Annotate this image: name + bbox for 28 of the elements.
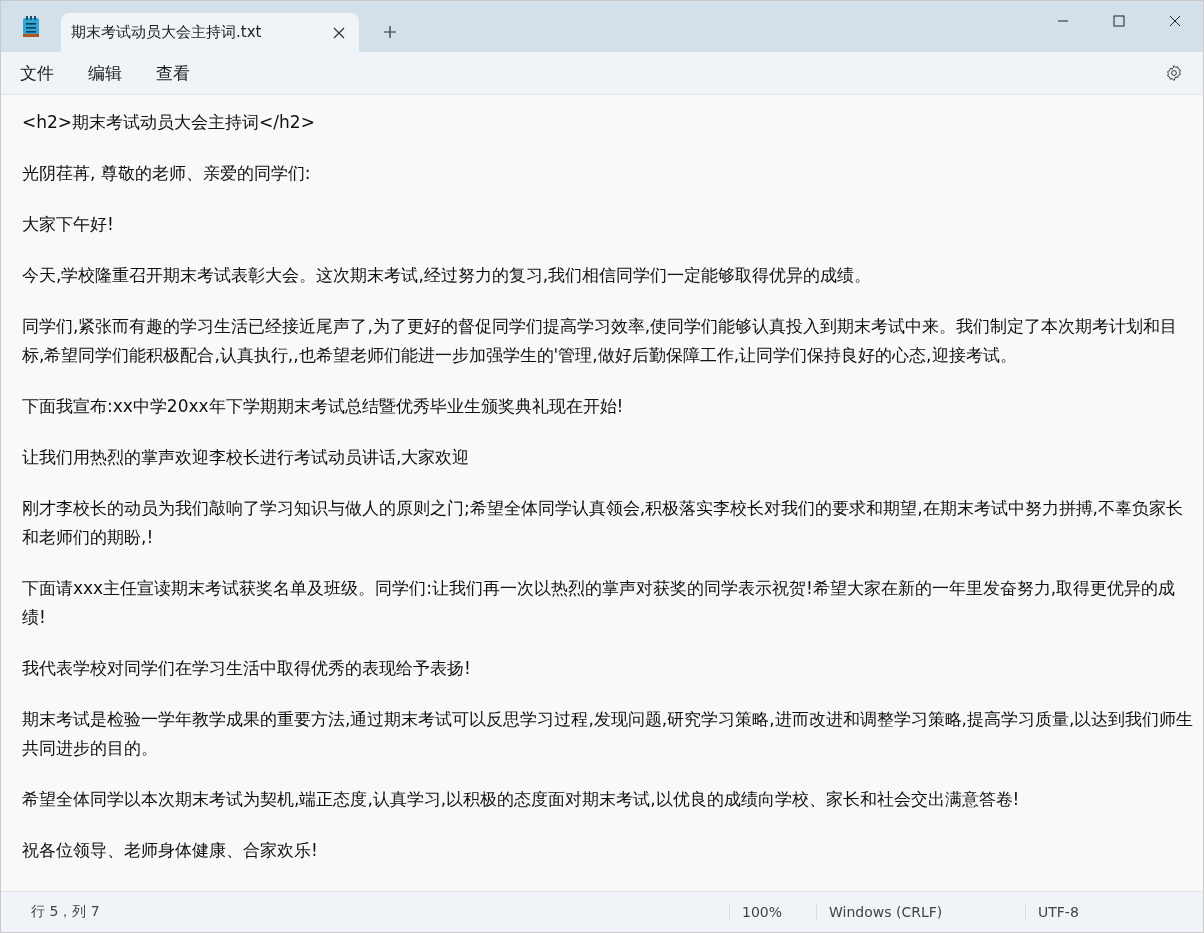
encoding: UTF-8	[1025, 904, 1158, 920]
zoom-level: 100%	[729, 904, 816, 920]
text-paragraph: 祝各位领导、老师身体健康、合家欢乐!	[22, 839, 319, 862]
text-paragraph: 光阴荏苒, 尊敬的老师、亲爱的同学们:	[22, 162, 312, 185]
text-paragraph: 大家下午好!	[22, 213, 115, 236]
document-tab[interactable]: 期末考试动员大会主持词.txt	[61, 13, 359, 52]
text-paragraph: 下面我宣布:xx中学20xx年下学期期末考试总结暨优秀毕业生颁奖典礼现在开始!	[22, 395, 625, 418]
menu-item[interactable]: 文件	[20, 61, 54, 85]
close-icon[interactable]	[333, 26, 345, 39]
menu-item[interactable]: 查看	[156, 61, 190, 85]
text-paragraph: 今天,学校隆重召开期末考试表彰大会。这次期末考试,经过努力的复习,我们相信同学们一定能够取得优异的成绩。	[22, 264, 873, 287]
text-paragraph: 期末考试是检验一学年教学成果的重要方法,通过期末考试可以反思学习过程,发现问题,研究学习策略,进而改进和调整学习策略,提高学习质量,以达到我们师生共同进步的目的。	[22, 708, 1195, 760]
text-paragraph: 我代表学校对同学们在学习生活中取得优秀的表现给予表扬!	[22, 657, 472, 680]
line-ending: Windows (CRLF)	[816, 904, 1025, 920]
tab-title: 期末考试动员大会主持词.txt	[71, 23, 262, 42]
maximize-icon[interactable]	[1113, 15, 1125, 27]
text-paragraph: <h2>期末考试动员大会主持词</h2>	[22, 111, 316, 134]
close-window-icon[interactable]	[1169, 15, 1181, 27]
notepad-icon	[21, 15, 41, 39]
text-paragraph: 下面请xxx主任宣读期末考试获奖名单及班级。同学们:让我们再一次以热烈的掌声对获奖的同学表示祝贺!希望大家在新的一年里发奋努力,取得更优异的成绩!	[22, 577, 1177, 629]
settings-icon[interactable]	[1165, 64, 1183, 82]
cursor-position: 行 5，列 7	[30, 903, 101, 921]
text-paragraph: 让我们用热烈的掌声欢迎李校长进行考试动员讲话,大家欢迎	[22, 446, 471, 469]
text-paragraph: 刚才李校长的动员为我们敲响了学习知识与做人的原则之门;希望全体同学认真领会,积极落实李校长对我们的要求和期望,在期末考试中努力拼搏,不辜负家长和老师们的期盼,!	[22, 497, 1184, 549]
text-paragraph: 同学们,紧张而有趣的学习生活已经接近尾声了,为了更好的督促同学们提高学习效率,使同学们能够认真投入到期末考试中来。我们制定了本次期考计划和目标,希望同学们能积极配合,认真执行,,也希望老师们能进一步加强学生的'管理,做好后勤保障工作,让同学们保持良好的心态,迎接考试。	[22, 315, 1179, 367]
menu-item[interactable]: 编辑	[88, 61, 122, 85]
new-tab-icon[interactable]	[383, 25, 397, 39]
text-paragraph: 希望全体同学以本次期末考试为契机,端正态度,认真学习,以积极的态度面对期末考试,以优良的成绩向学校、家长和社会交出满意答卷!	[22, 788, 1021, 811]
